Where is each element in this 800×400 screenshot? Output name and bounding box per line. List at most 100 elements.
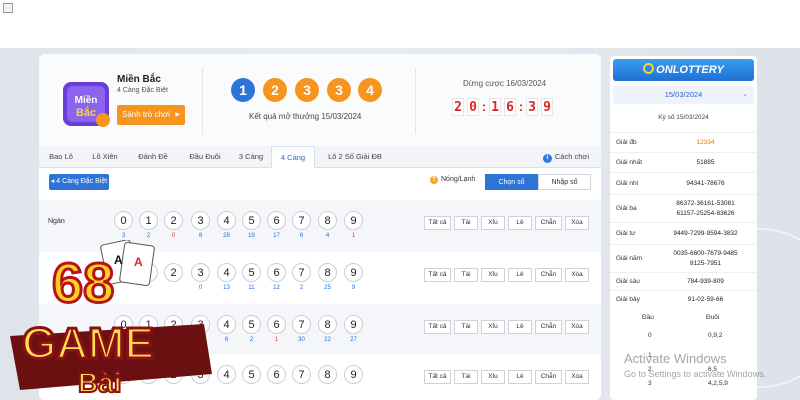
prize-value: 9449-7299-9594-3832 <box>673 230 738 237</box>
draw-title: Kỳ số 15/03/2024 <box>658 114 709 121</box>
quick-select-button[interactable]: Xỉu <box>481 268 505 282</box>
game-header: Miền Bắc Miền Bắc 4 Càng Đặc Biệt Sảnh t… <box>39 54 601 146</box>
lobby-button[interactable]: Sảnh trò chơi ▶ <box>117 105 185 125</box>
lobby-button-label: Sảnh trò chơi <box>122 110 170 119</box>
digit-ball[interactable]: 2 <box>164 211 183 230</box>
how-to-play-label: Cách chơi <box>554 152 589 161</box>
digit-ball[interactable]: 7 <box>292 315 311 334</box>
prize-row: Giải bảy 91-02-59-66 <box>610 290 757 308</box>
digit-ball[interactable]: 6 <box>267 211 286 230</box>
quick-select-button[interactable]: Chẵn <box>535 268 562 282</box>
tab-3-cang[interactable]: 3 Càng <box>231 146 271 168</box>
logo-line2: Bắc <box>76 106 96 119</box>
digit-ball[interactable]: 8 <box>318 263 337 282</box>
quick-select-button[interactable]: Lẻ <box>508 370 532 384</box>
digit-frequency: 30 <box>298 337 305 343</box>
digit-ball[interactable]: 0 <box>114 211 133 230</box>
quick-select-button[interactable]: Tài <box>454 320 478 334</box>
digit-ball[interactable]: 8 <box>318 315 337 334</box>
digit-ball[interactable]: 5 <box>242 263 261 282</box>
prize-row: Giải sáu 784-939-809 <box>610 272 757 290</box>
tab-bao-lo[interactable]: Bao Lô <box>41 146 81 168</box>
digit-ball[interactable]: 7 <box>292 263 311 282</box>
quick-select-button[interactable]: Lẻ <box>508 268 532 282</box>
bet-subtype-button[interactable]: ◂ 4 Càng Đặc Biệt <box>49 174 109 190</box>
digit-ball[interactable]: 5 <box>242 211 261 230</box>
digit-frequency: 12 <box>273 285 280 291</box>
digit-ball[interactable]: 8 <box>318 365 337 384</box>
quick-select-button[interactable]: Tài <box>454 370 478 384</box>
tab-lo-xien[interactable]: Lô Xiên <box>85 146 125 168</box>
digit-ball[interactable]: 6 <box>267 315 286 334</box>
digit-frequency: 1 <box>351 233 356 239</box>
result-ball: 3 <box>295 78 319 102</box>
quick-select-button[interactable]: Chẵn <box>535 320 562 334</box>
quick-select-button[interactable]: Tài <box>454 216 478 230</box>
how-to-play-link[interactable]: i Cách chơi <box>542 146 589 168</box>
digit-ball[interactable]: 6 <box>267 263 286 282</box>
quick-select-button[interactable]: Tất cả <box>424 320 451 334</box>
result-date-select[interactable]: 15/03/2024 ⌄ <box>613 86 754 104</box>
head-digit: 0 <box>648 332 652 339</box>
quick-select-button[interactable]: Xóa <box>565 320 589 334</box>
tab-danh-de[interactable]: Đánh Đề <box>131 146 175 168</box>
quick-select-button[interactable]: Xỉu <box>481 370 505 384</box>
quick-select-button[interactable]: Lẻ <box>508 216 532 230</box>
tab-4-cang[interactable]: 4 Càng <box>271 146 315 168</box>
activation-watermark-text: Go to Settings to activate Windows. <box>624 369 767 379</box>
digit-ball[interactable]: 7 <box>292 211 311 230</box>
quick-select-button[interactable]: Chẵn <box>535 216 562 230</box>
digit-ball[interactable]: 7 <box>292 365 311 384</box>
quick-select-button[interactable]: Xóa <box>565 370 589 384</box>
prize-row: Giải năm 0035-6600-7679-9485 8125-7951 <box>610 244 757 272</box>
digit-ball[interactable]: 6 <box>267 365 286 384</box>
prize-row: Giải ba 86372-36161-53081 61157-25254-836… <box>610 194 757 222</box>
digit-ball[interactable]: 9 <box>344 263 363 282</box>
digit-frequency: 6 <box>299 233 304 239</box>
prize-label: Giải ba <box>616 205 637 212</box>
svg-text:A: A <box>114 253 123 267</box>
digit-ball[interactable]: 3 <box>191 211 210 230</box>
digit-ball[interactable]: 9 <box>344 365 363 384</box>
digit-ball[interactable]: 9 <box>344 211 363 230</box>
quick-select-button[interactable]: Tất cả <box>424 268 451 282</box>
prize-value: 0035-6600-7679-9485 8125-7951 <box>673 250 738 267</box>
digit-frequency: 27 <box>350 337 357 343</box>
prize-value: 86372-36161-53081 61157-25254-83626 <box>676 200 735 217</box>
quick-select-button[interactable]: Tất cả <box>424 216 451 230</box>
quick-select-button[interactable]: Xỉu <box>481 216 505 230</box>
mode-bar: ◂ 4 Càng Đặc Biệt ? Nóng/Lạnh Chọn số Nhậ… <box>39 168 601 202</box>
brand-number: 68 <box>52 251 114 314</box>
digit-ball[interactable]: 8 <box>318 211 337 230</box>
quick-select-button[interactable]: Lẻ <box>508 320 532 334</box>
quick-select-button[interactable]: Xóa <box>565 216 589 230</box>
digit-ball[interactable]: 5 <box>242 315 261 334</box>
tab-dau-duoi[interactable]: Đầu Đuôi <box>183 146 227 168</box>
pick-number-tab[interactable]: Chọn số <box>485 174 538 190</box>
digit-ball[interactable]: 4 <box>217 263 236 282</box>
result-balls: 1 2 3 3 4 <box>231 78 382 106</box>
browser-top-area <box>0 0 800 48</box>
prize-label: Giải năm <box>616 255 643 262</box>
digit-ball[interactable]: 4 <box>217 211 236 230</box>
quick-select-button[interactable]: Tất cả <box>424 370 451 384</box>
hot-cold-toggle[interactable]: ? Nóng/Lạnh <box>430 176 475 184</box>
digit-ball[interactable]: 4 <box>217 365 236 384</box>
quick-select-button[interactable]: Chẵn <box>535 370 562 384</box>
result-ball: 3 <box>327 78 351 102</box>
digit-ball[interactable]: 1 <box>139 211 158 230</box>
bet-type-tabs: Bao Lô Lô Xiên Đánh Đề Đầu Đuôi 3 Càng 4… <box>39 146 601 168</box>
prize-label: Giải nhất <box>616 159 643 166</box>
digit-ball[interactable]: 5 <box>242 365 261 384</box>
tab-lo-2-so[interactable]: Lô 2 Số Giải ĐB <box>319 146 391 168</box>
enter-number-tab[interactable]: Nhập số <box>538 174 591 190</box>
timer-colon: : <box>481 99 487 114</box>
head-column-header: Đầu <box>642 314 654 321</box>
digit-ball[interactable]: 4 <box>217 315 236 334</box>
quick-select-button[interactable]: Xóa <box>565 268 589 282</box>
onlottery-ring-icon <box>643 63 655 74</box>
digit-frequency: 0 <box>171 233 176 239</box>
quick-select-button[interactable]: Xỉu <box>481 320 505 334</box>
quick-select-button[interactable]: Tài <box>454 268 478 282</box>
digit-ball[interactable]: 9 <box>344 315 363 334</box>
